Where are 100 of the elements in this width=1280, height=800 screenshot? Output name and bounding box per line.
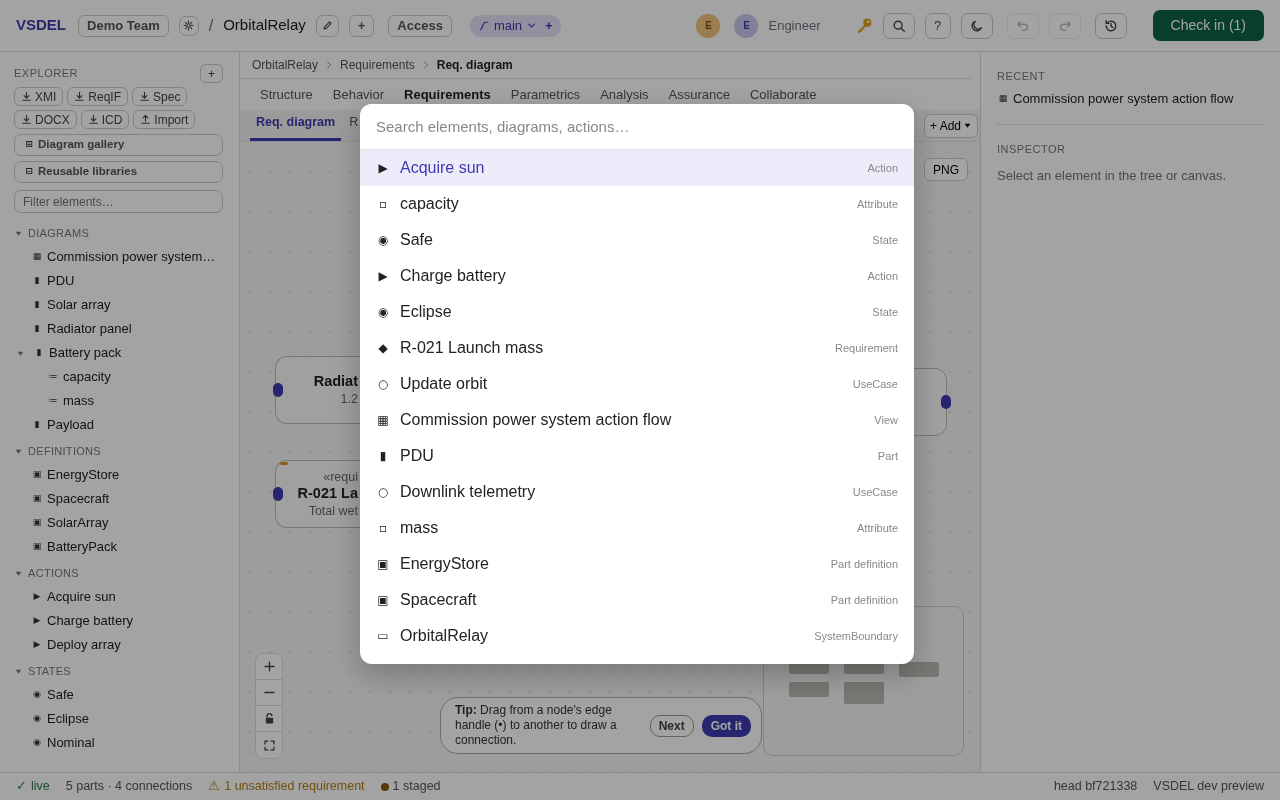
history-button[interactable] bbox=[1094, 12, 1127, 39]
tree-item[interactable]: ▮ Radiator panel bbox=[14, 317, 223, 341]
search-result[interactable]: ◆ R-021 Launch mass Requirement bbox=[360, 330, 914, 366]
tree-item[interactable]: ▶ Deploy array bbox=[14, 633, 223, 657]
filter-field[interactable]: Filter elements… bbox=[14, 190, 223, 213]
result-label: R-021 Launch mass bbox=[400, 338, 544, 358]
tree-item[interactable]: ◉ Safe bbox=[14, 683, 223, 707]
add-button[interactable]: + bbox=[348, 14, 375, 37]
result-type: Part bbox=[877, 448, 898, 464]
import-button[interactable]: Import bbox=[133, 110, 196, 129]
result-type: UseCase bbox=[852, 376, 898, 392]
model-summary: 5 parts · 4 connections bbox=[65, 778, 193, 796]
section-title: RECENT bbox=[997, 69, 1047, 84]
section-header[interactable]: DEFINITIONS bbox=[14, 439, 223, 463]
add-menu-button[interactable]: + Add bbox=[923, 113, 978, 138]
tree-item[interactable]: ▶ Charge battery bbox=[14, 609, 223, 633]
export-png-button[interactable]: PNG bbox=[924, 158, 968, 181]
tree-item[interactable]: ▶ Acquire sun bbox=[14, 585, 223, 609]
section-title: EXPLORER bbox=[14, 66, 78, 82]
tree-item[interactable]: ◉ Nominal bbox=[14, 731, 223, 755]
symbol-icon: ◉ bbox=[31, 688, 43, 702]
panel-button[interactable]: ⊟ Reusable libraries bbox=[14, 161, 223, 183]
dismiss-button[interactable]: Got it bbox=[701, 714, 751, 737]
user-name: Engineer bbox=[768, 16, 821, 35]
search-result[interactable]: ▮ PDU Part bbox=[360, 438, 914, 474]
view-tab[interactable]: Structure bbox=[252, 80, 321, 109]
symbol-icon: ▮ bbox=[31, 418, 43, 432]
tree-item[interactable]: ≔ capacity bbox=[14, 365, 223, 389]
result-label: mass bbox=[400, 518, 439, 538]
result-type: Action bbox=[867, 160, 898, 176]
port-handle[interactable] bbox=[273, 487, 283, 501]
help-button[interactable]: ? bbox=[924, 12, 951, 39]
node-subtitle: Total wet bbox=[308, 502, 358, 519]
settings-button[interactable] bbox=[178, 15, 199, 36]
result-label: Safe bbox=[400, 230, 433, 250]
tip-text: Tip: Drag from a node's edge handle (•) to another to draw a connection. bbox=[455, 703, 618, 748]
recent-item[interactable]: ▦ Commission power system action flow bbox=[997, 88, 1264, 125]
team-button[interactable]: Demo Team bbox=[78, 14, 169, 37]
result-label: capacity bbox=[400, 194, 459, 214]
type-icon: ○ bbox=[376, 375, 390, 393]
moon-icon bbox=[969, 18, 984, 33]
access-button[interactable]: Access bbox=[388, 14, 452, 37]
export-button[interactable]: Spec bbox=[132, 87, 188, 106]
fullscreen-icon bbox=[262, 738, 276, 752]
tree-item[interactable]: ◉ Eclipse bbox=[14, 707, 223, 731]
export-button[interactable]: XMI bbox=[14, 87, 64, 106]
search-result[interactable]: ▣ Spacecraft Part definition bbox=[360, 582, 914, 618]
tree-item[interactable]: ▮ Solar array bbox=[14, 293, 223, 317]
type-icon: ▭ bbox=[376, 627, 390, 645]
symbol-icon: ≔ bbox=[47, 370, 59, 384]
tree-item[interactable]: ≔ mass bbox=[14, 389, 223, 413]
tree-item[interactable]: ▣ SolarArray bbox=[14, 511, 223, 535]
breadcrumb-link[interactable]: OrbitalRelay bbox=[252, 56, 319, 74]
path-separator: / bbox=[208, 15, 214, 36]
port-handle[interactable] bbox=[941, 395, 951, 409]
export-button[interactable]: DOCX bbox=[14, 110, 77, 129]
add-button[interactable]: + bbox=[200, 64, 223, 83]
requirement-node[interactable]: «requi R-021 La Total wet bbox=[275, 460, 360, 528]
add-branch-button[interactable]: + bbox=[545, 15, 553, 36]
breadcrumb-link[interactable]: Requirements bbox=[340, 56, 415, 74]
search-result[interactable]: ▦ Commission power system action flow View bbox=[360, 402, 914, 438]
search-result[interactable]: ▫ capacity Attribute bbox=[360, 186, 914, 222]
redo-icon bbox=[1057, 18, 1072, 33]
section-header[interactable]: DIAGRAMS bbox=[14, 221, 223, 245]
export-button[interactable]: ICD bbox=[80, 110, 130, 129]
section-header[interactable]: STATES bbox=[14, 659, 223, 683]
node-title: R-021 La bbox=[297, 485, 358, 503]
search-result[interactable]: ◉ Safe State bbox=[360, 222, 914, 258]
symbol-icon: ▮ bbox=[31, 274, 43, 288]
search-button[interactable] bbox=[882, 12, 915, 39]
tree-item[interactable]: ▣ EnergyStore bbox=[14, 463, 223, 487]
search-result[interactable]: ◉ Eclipse State bbox=[360, 294, 914, 330]
symbol-icon: ▮ bbox=[31, 298, 43, 312]
tree-item[interactable]: ▮ PDU bbox=[14, 269, 223, 293]
tree-item[interactable]: ▮ Battery pack bbox=[14, 341, 223, 365]
panel-button[interactable]: ⊞ Diagram gallery bbox=[14, 134, 223, 156]
tree-item[interactable]: ▣ Spacecraft bbox=[14, 487, 223, 511]
search-field[interactable]: Search elements, diagrams, actions… bbox=[360, 104, 914, 150]
result-type: Action bbox=[867, 268, 898, 284]
search-result[interactable]: ○ Update orbit UseCase bbox=[360, 366, 914, 402]
tree-item[interactable]: ▣ BatteryPack bbox=[14, 535, 223, 559]
branch-button[interactable]: main bbox=[477, 15, 538, 36]
rename-button[interactable] bbox=[315, 14, 339, 37]
search-result[interactable]: ▫ mass Attribute bbox=[360, 510, 914, 546]
next-button[interactable]: Next bbox=[649, 714, 694, 737]
search-result[interactable]: ▶ Acquire sun Action bbox=[360, 150, 914, 186]
search-result[interactable]: ▭ OrbitalRelay SystemBoundary bbox=[360, 618, 914, 654]
port-handle[interactable] bbox=[273, 383, 283, 397]
search-result[interactable]: ▣ EnergyStore Part definition bbox=[360, 546, 914, 582]
check-in-button[interactable]: Check in (1) bbox=[1152, 10, 1264, 41]
search-result[interactable]: ○ Downlink telemetry UseCase bbox=[360, 474, 914, 510]
tree-item[interactable]: ▦ Commission power system… bbox=[14, 245, 223, 269]
search-icon bbox=[891, 18, 906, 33]
app-logo[interactable]: VSDEL bbox=[16, 14, 66, 37]
tree-item[interactable]: ▮ Payload bbox=[14, 413, 223, 437]
theme-button[interactable] bbox=[960, 12, 993, 39]
search-result[interactable]: ▶ Charge battery Action bbox=[360, 258, 914, 294]
section-header[interactable]: ACTIONS bbox=[14, 561, 223, 585]
export-button[interactable]: ReqIF bbox=[67, 87, 129, 106]
block-node[interactable]: Radiat 1.2 bbox=[275, 356, 360, 424]
